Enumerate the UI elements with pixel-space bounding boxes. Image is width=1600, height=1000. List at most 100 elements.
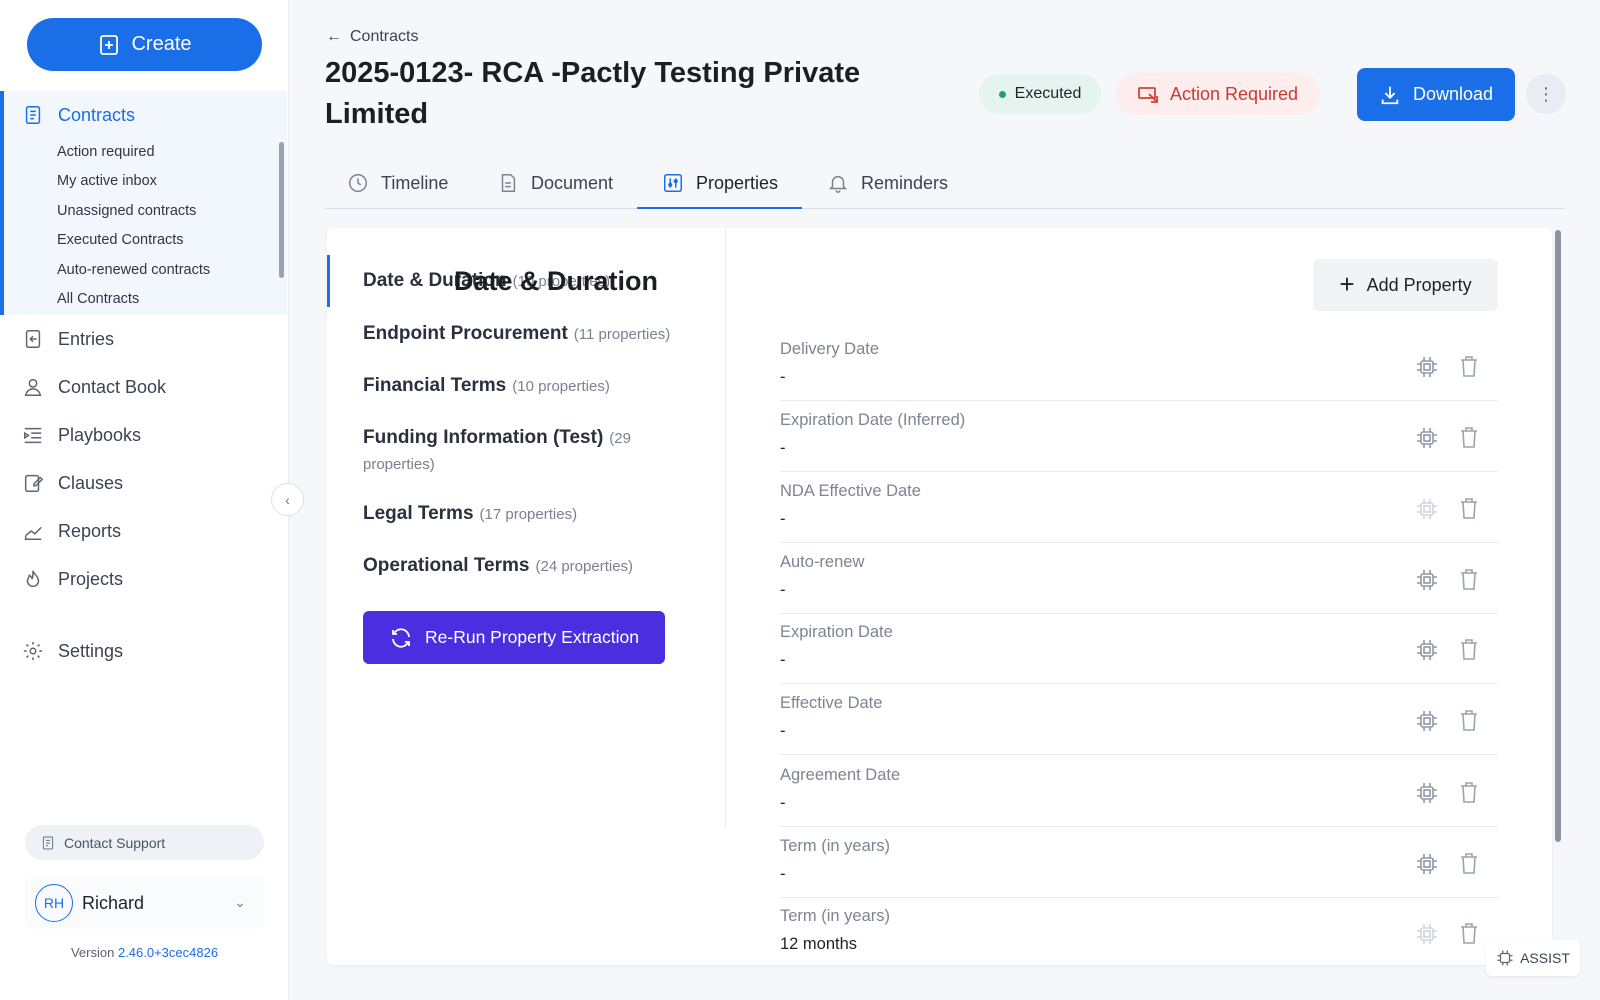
- category-legal-terms[interactable]: Legal Terms (17 properties): [363, 501, 703, 528]
- nav-contracts[interactable]: Contracts: [22, 104, 135, 126]
- nav-settings-label: Settings: [58, 640, 124, 661]
- nav-reports[interactable]: Reports: [22, 520, 121, 542]
- tab-timeline[interactable]: Timeline: [347, 157, 448, 209]
- trash-icon[interactable]: [1458, 425, 1480, 449]
- trash-icon[interactable]: [1458, 708, 1480, 732]
- property-value[interactable]: -: [780, 865, 786, 884]
- version-value[interactable]: 2.46.0+3cec4826: [118, 945, 218, 960]
- more-vertical-icon: ⋮: [1537, 83, 1555, 104]
- sub-item-executed[interactable]: Executed Contracts: [57, 232, 184, 248]
- assist-label: ASSIST: [1520, 950, 1570, 966]
- tab-bar: Timeline Document Properties Reminders: [325, 157, 1565, 209]
- property-row[interactable]: NDA Effective Date -: [780, 472, 1498, 543]
- flame-icon: [26, 570, 40, 587]
- version-label: Version: [70, 945, 115, 960]
- property-row[interactable]: Delivery Date -: [780, 330, 1498, 401]
- sidebar-scrollbar[interactable]: [279, 142, 284, 278]
- trash-icon[interactable]: [1458, 780, 1480, 804]
- trash-icon[interactable]: [1458, 496, 1480, 520]
- nav-entries-label: Entries: [58, 328, 115, 349]
- property-row[interactable]: Effective Date -: [780, 684, 1498, 755]
- assist-button[interactable]: ASSIST: [1486, 940, 1580, 976]
- contact-support-button[interactable]: Contact Support: [25, 825, 264, 860]
- category-name: Operational Terms: [363, 555, 530, 576]
- property-value[interactable]: 12 months: [780, 935, 857, 954]
- property-label: Auto-renew: [780, 553, 865, 571]
- nav-projects[interactable]: Projects: [22, 568, 123, 590]
- property-label: Term (in years): [780, 837, 891, 855]
- property-row[interactable]: Agreement Date -: [780, 756, 1498, 827]
- ai-extract-icon[interactable]: [1414, 851, 1440, 877]
- property-label: Delivery Date: [780, 340, 880, 358]
- ai-extract-icon[interactable]: [1414, 637, 1440, 663]
- ai-extract-icon[interactable]: [1414, 496, 1440, 522]
- property-value[interactable]: -: [780, 439, 786, 458]
- trash-icon[interactable]: [1458, 637, 1480, 661]
- category-endpoint-procurement[interactable]: Endpoint Procurement (11 properties): [363, 321, 703, 348]
- trash-icon[interactable]: [1458, 921, 1480, 945]
- property-value[interactable]: -: [780, 651, 786, 670]
- sub-item-active-inbox[interactable]: My active inbox: [57, 173, 157, 189]
- sub-item-auto-renewed[interactable]: Auto-renewed contracts: [57, 262, 210, 278]
- property-value[interactable]: -: [780, 794, 786, 813]
- back-link[interactable]: ← Contracts: [326, 28, 418, 46]
- ai-extract-icon[interactable]: [1414, 921, 1440, 947]
- reports-icon: [24, 526, 42, 540]
- category-financial-terms[interactable]: Financial Terms (10 properties): [363, 373, 703, 400]
- sub-item-all-contracts[interactable]: All Contracts: [57, 291, 139, 307]
- category-name: Financial Terms: [363, 375, 507, 396]
- sidebar: Create Contracts Action required My acti…: [0, 0, 289, 1000]
- property-row[interactable]: Expiration Date -: [780, 613, 1498, 684]
- ai-extract-icon[interactable]: [1414, 425, 1440, 451]
- trash-icon[interactable]: [1458, 567, 1480, 591]
- property-label: Agreement Date: [780, 766, 901, 784]
- download-button[interactable]: Download: [1357, 68, 1515, 121]
- ai-extract-icon[interactable]: [1414, 354, 1440, 380]
- collapse-sidebar-button[interactable]: ‹: [271, 483, 304, 516]
- trash-icon[interactable]: [1458, 851, 1480, 875]
- content-scrollbar[interactable]: [1555, 230, 1561, 842]
- property-label: NDA Effective Date: [780, 482, 921, 500]
- nav-playbooks[interactable]: Playbooks: [22, 424, 141, 446]
- nav-contact-book[interactable]: Contact Book: [22, 376, 166, 398]
- user-menu[interactable]: RH Richard ⌄: [25, 877, 264, 929]
- property-value[interactable]: -: [780, 510, 786, 529]
- action-required-badge[interactable]: Action Required: [1115, 73, 1320, 115]
- add-property-button[interactable]: + Add Property: [1313, 259, 1498, 311]
- property-row[interactable]: Term (in years) -: [780, 827, 1498, 898]
- trash-icon[interactable]: [1458, 354, 1480, 378]
- property-row[interactable]: Term (in years) 12 months: [780, 897, 1498, 968]
- chevron-left-icon: ‹: [285, 491, 290, 508]
- rerun-extraction-button[interactable]: Re-Run Property Extraction: [363, 611, 665, 664]
- property-row[interactable]: Expiration Date (Inferred) -: [780, 401, 1498, 472]
- property-label: Expiration Date: [780, 623, 893, 641]
- sub-item-unassigned[interactable]: Unassigned contracts: [57, 203, 196, 219]
- nav-entries[interactable]: Entries: [22, 328, 114, 350]
- category-name: Legal Terms: [363, 503, 474, 524]
- nav-settings[interactable]: Settings: [22, 640, 123, 662]
- ai-extract-icon[interactable]: [1414, 708, 1440, 734]
- create-button[interactable]: Create: [27, 18, 262, 71]
- more-options-button[interactable]: ⋮: [1526, 74, 1566, 114]
- plus-icon: +: [1339, 268, 1355, 299]
- property-value[interactable]: -: [780, 722, 786, 741]
- property-value[interactable]: -: [780, 368, 786, 387]
- property-row[interactable]: Auto-renew -: [780, 543, 1498, 614]
- contact-icon: [24, 378, 42, 396]
- category-funding-information[interactable]: Funding Information (Test) (29 properties…: [363, 425, 663, 478]
- download-label: Download: [1412, 84, 1494, 104]
- tab-properties[interactable]: Properties: [662, 157, 778, 209]
- bell-icon: [828, 175, 848, 193]
- category-operational-terms[interactable]: Operational Terms (24 properties): [363, 553, 703, 580]
- ai-extract-icon[interactable]: [1414, 567, 1440, 593]
- status-badge-label: Executed: [1014, 85, 1082, 102]
- tab-timeline-label: Timeline: [381, 172, 449, 193]
- nav-clauses[interactable]: Clauses: [22, 472, 123, 494]
- tab-reminders[interactable]: Reminders: [827, 157, 948, 209]
- property-value[interactable]: -: [780, 581, 786, 600]
- refresh-icon: [392, 627, 410, 648]
- ai-extract-icon[interactable]: [1414, 780, 1440, 806]
- sub-item-action-required[interactable]: Action required: [57, 144, 155, 160]
- tab-document[interactable]: Document: [497, 157, 613, 209]
- properties-icon: [664, 174, 682, 192]
